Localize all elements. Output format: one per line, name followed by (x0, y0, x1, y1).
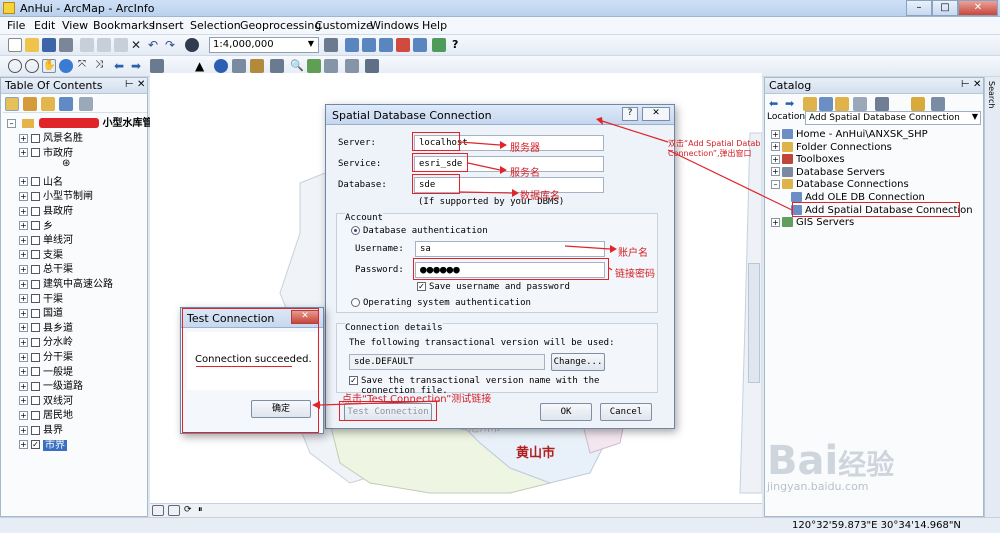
note-add-connection-2: Connection”,弹出窗口 (668, 149, 752, 158)
annotation-arrows (312, 117, 793, 409)
note-server: 服务器 (510, 143, 540, 154)
note-database: 数据库名 (520, 191, 560, 202)
note-test: 点击“Test Connection”测试链接 (342, 394, 492, 405)
coordinate-readout: 120°32'59.873"E 30°34'14.968"N (792, 520, 961, 531)
note-username: 账户名 (618, 248, 648, 259)
status-bar: 120°32'59.873"E 30°34'14.968"N (0, 517, 1000, 533)
note-service: 服务名 (510, 168, 540, 179)
note-password: 链接密码 (615, 269, 655, 280)
